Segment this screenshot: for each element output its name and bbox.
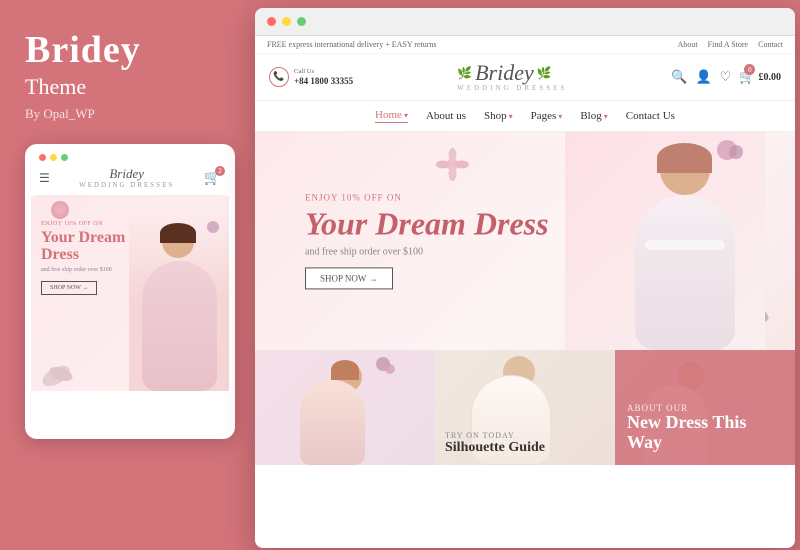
mobile-cart-icon: 🛒 2: [204, 170, 221, 187]
user-icon[interactable]: 👤: [695, 69, 711, 85]
site-top-bar: FREE express international delivery + EA…: [255, 36, 795, 54]
wishlist-icon[interactable]: ♡: [720, 69, 732, 85]
card-3-title: New Dress This Way: [627, 413, 783, 453]
browser-dot-yellow[interactable]: [282, 17, 291, 26]
hero-shop-button[interactable]: SHOP NOW →: [305, 268, 393, 290]
nav-pages[interactable]: Pages ▾: [531, 110, 563, 122]
hero-model-area: [565, 132, 765, 350]
mobile-shop-button[interactable]: SHOP NOW →: [41, 281, 97, 295]
logo-subtitle: WEDDING DRESSES: [457, 84, 567, 92]
brand-by: By Opal_WP: [25, 106, 220, 122]
product-card-2[interactable]: Try on today Silhouette Guide: [435, 350, 615, 465]
about-link[interactable]: About: [678, 40, 698, 49]
hero-content: ENJOY 10% OFF ON Your Dream Dress and fr…: [305, 192, 549, 289]
cart-wrapper[interactable]: 🛒 0 £0.00: [739, 69, 781, 85]
mobile-hero-promo: ENJOY 10% OFF ON: [41, 221, 125, 227]
hero-banner: ENJOY 10% OFF ON Your Dream Dress and fr…: [255, 132, 795, 350]
hero-flower-deco-top: [435, 147, 470, 182]
card-3-overlay: About Our New Dress This Way: [615, 350, 795, 465]
hero-promo: ENJOY 10% OFF ON: [305, 192, 549, 202]
mobile-nav: ☰ Bridey WEDDING DRESSES 🛒 2: [35, 167, 225, 196]
dot-yellow: [50, 154, 57, 161]
site-header: 📞 Call Us +84 1800 33355 🌿 Bridey 🌿 WEDD…: [255, 54, 795, 101]
brand-name: Bridey: [25, 30, 220, 72]
contact-link[interactable]: Contact: [758, 40, 783, 49]
mobile-preview-card: ☰ Bridey WEDDING DRESSES 🛒 2 ENJOY 10% O…: [25, 144, 235, 439]
nav-blog[interactable]: Blog ▾: [580, 110, 607, 122]
nav-shop-arrow: ▾: [509, 112, 513, 121]
card-2-image: Try on today Silhouette Guide: [435, 350, 615, 465]
nav-pages-arrow: ▾: [558, 112, 562, 121]
dot-red: [39, 154, 46, 161]
left-panel: Bridey Theme By Opal_WP ☰ Bridey WEDDING…: [0, 0, 245, 550]
browser-chrome: [255, 8, 795, 36]
hero-title: Your Dream Dress: [305, 206, 549, 241]
mobile-window-dots: [35, 154, 225, 161]
hamburger-icon: ☰: [39, 171, 50, 186]
phone-text: Call Us +84 1800 33355: [294, 66, 353, 88]
phone-icon: 📞: [269, 67, 289, 87]
card-1-image: [255, 350, 435, 465]
nav-home[interactable]: Home ▾: [375, 109, 408, 123]
mobile-flower-deco: [51, 201, 69, 219]
card-2-label: Try on today: [445, 431, 605, 440]
find-store-link[interactable]: Find A Store: [708, 40, 748, 49]
topbar-links: About Find A Store Contact: [678, 40, 783, 49]
mobile-hero-title: Your Dream Dress: [41, 229, 125, 264]
cart-price: £0.00: [759, 72, 782, 83]
browser-window: FREE express international delivery + EA…: [255, 8, 795, 548]
mobile-model-figure: [129, 211, 229, 391]
nav-contact[interactable]: Contact Us: [626, 110, 675, 122]
header-actions: 🔍 👤 ♡ 🛒 0 £0.00: [671, 69, 781, 85]
mobile-hero: ENJOY 10% OFF ON Your Dream Dress and fr…: [31, 196, 229, 391]
product-card-3[interactable]: About Our New Dress This Way: [615, 350, 795, 465]
mobile-leaf-deco: [36, 356, 76, 391]
site-nav: Home ▾ About us Shop ▾ Pages ▾ Blog ▾ Co…: [255, 101, 795, 132]
nav-home-arrow: ▾: [404, 111, 408, 120]
logo-text: Bridey: [475, 62, 534, 84]
search-icon[interactable]: 🔍: [671, 69, 687, 85]
card-2-overlay: Try on today Silhouette Guide: [435, 423, 615, 465]
browser-dot-red[interactable]: [267, 17, 276, 26]
site-logo[interactable]: 🌿 Bridey 🌿 WEDDING DRESSES: [457, 62, 567, 92]
hero-subtitle: and free ship order over $100: [305, 247, 549, 258]
mobile-hero-text: ENJOY 10% OFF ON Your Dream Dress and fr…: [41, 221, 125, 295]
nav-blog-arrow: ▾: [604, 112, 608, 121]
product-card-1[interactable]: [255, 350, 435, 465]
mobile-logo: Bridey WEDDING DRESSES: [79, 167, 174, 190]
mobile-cart-badge: 2: [215, 166, 225, 176]
product-cards-row: Try on today Silhouette Guide About Our …: [255, 350, 795, 465]
mobile-hero-subtitle: and free ship order over $100: [41, 267, 125, 273]
brand-theme: Theme: [25, 74, 220, 100]
browser-dot-green[interactable]: [297, 17, 306, 26]
card-2-title: Silhouette Guide: [445, 440, 605, 457]
topbar-message: FREE express international delivery + EA…: [267, 40, 437, 49]
nav-about[interactable]: About us: [426, 110, 466, 122]
dot-green: [61, 154, 68, 161]
header-phone: 📞 Call Us +84 1800 33355: [269, 66, 353, 88]
nav-shop[interactable]: Shop ▾: [484, 110, 513, 122]
